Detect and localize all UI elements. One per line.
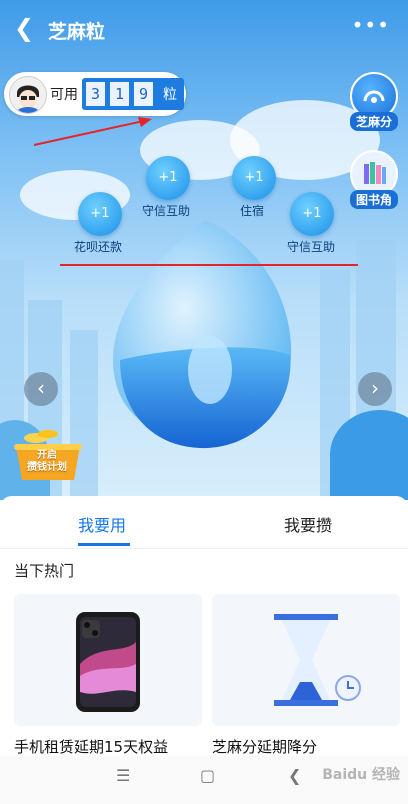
watermark: Baidu 经验 xyxy=(322,767,400,783)
back-icon[interactable]: ❮ xyxy=(288,766,301,785)
card-title: 芝麻分延期降分 xyxy=(212,738,318,756)
menu-icon[interactable]: ☰ xyxy=(116,766,130,785)
active-tab-indicator xyxy=(78,543,130,546)
savings-plan-label: 开启 攒钱计划 xyxy=(27,450,67,473)
divider xyxy=(0,548,408,549)
annotation-underline xyxy=(60,264,358,266)
phone-image xyxy=(76,612,140,712)
hot-item-card[interactable] xyxy=(14,594,202,726)
savings-plan-button[interactable]: 开启 攒钱计划 xyxy=(12,428,84,482)
annotation-arrow xyxy=(33,117,152,146)
hot-item-card[interactable] xyxy=(212,594,400,726)
prev-arrow-icon[interactable]: ‹ xyxy=(24,372,58,406)
next-arrow-icon[interactable]: › xyxy=(358,372,392,406)
section-title: 当下热门 xyxy=(14,562,75,580)
home-icon[interactable]: ▢ xyxy=(200,766,215,785)
tab-save[interactable]: 我要攒 xyxy=(284,512,332,536)
card-title: 手机租赁延期15天权益 xyxy=(14,738,169,756)
tab-use[interactable]: 我要用 xyxy=(78,512,126,536)
hourglass-image xyxy=(274,614,361,706)
